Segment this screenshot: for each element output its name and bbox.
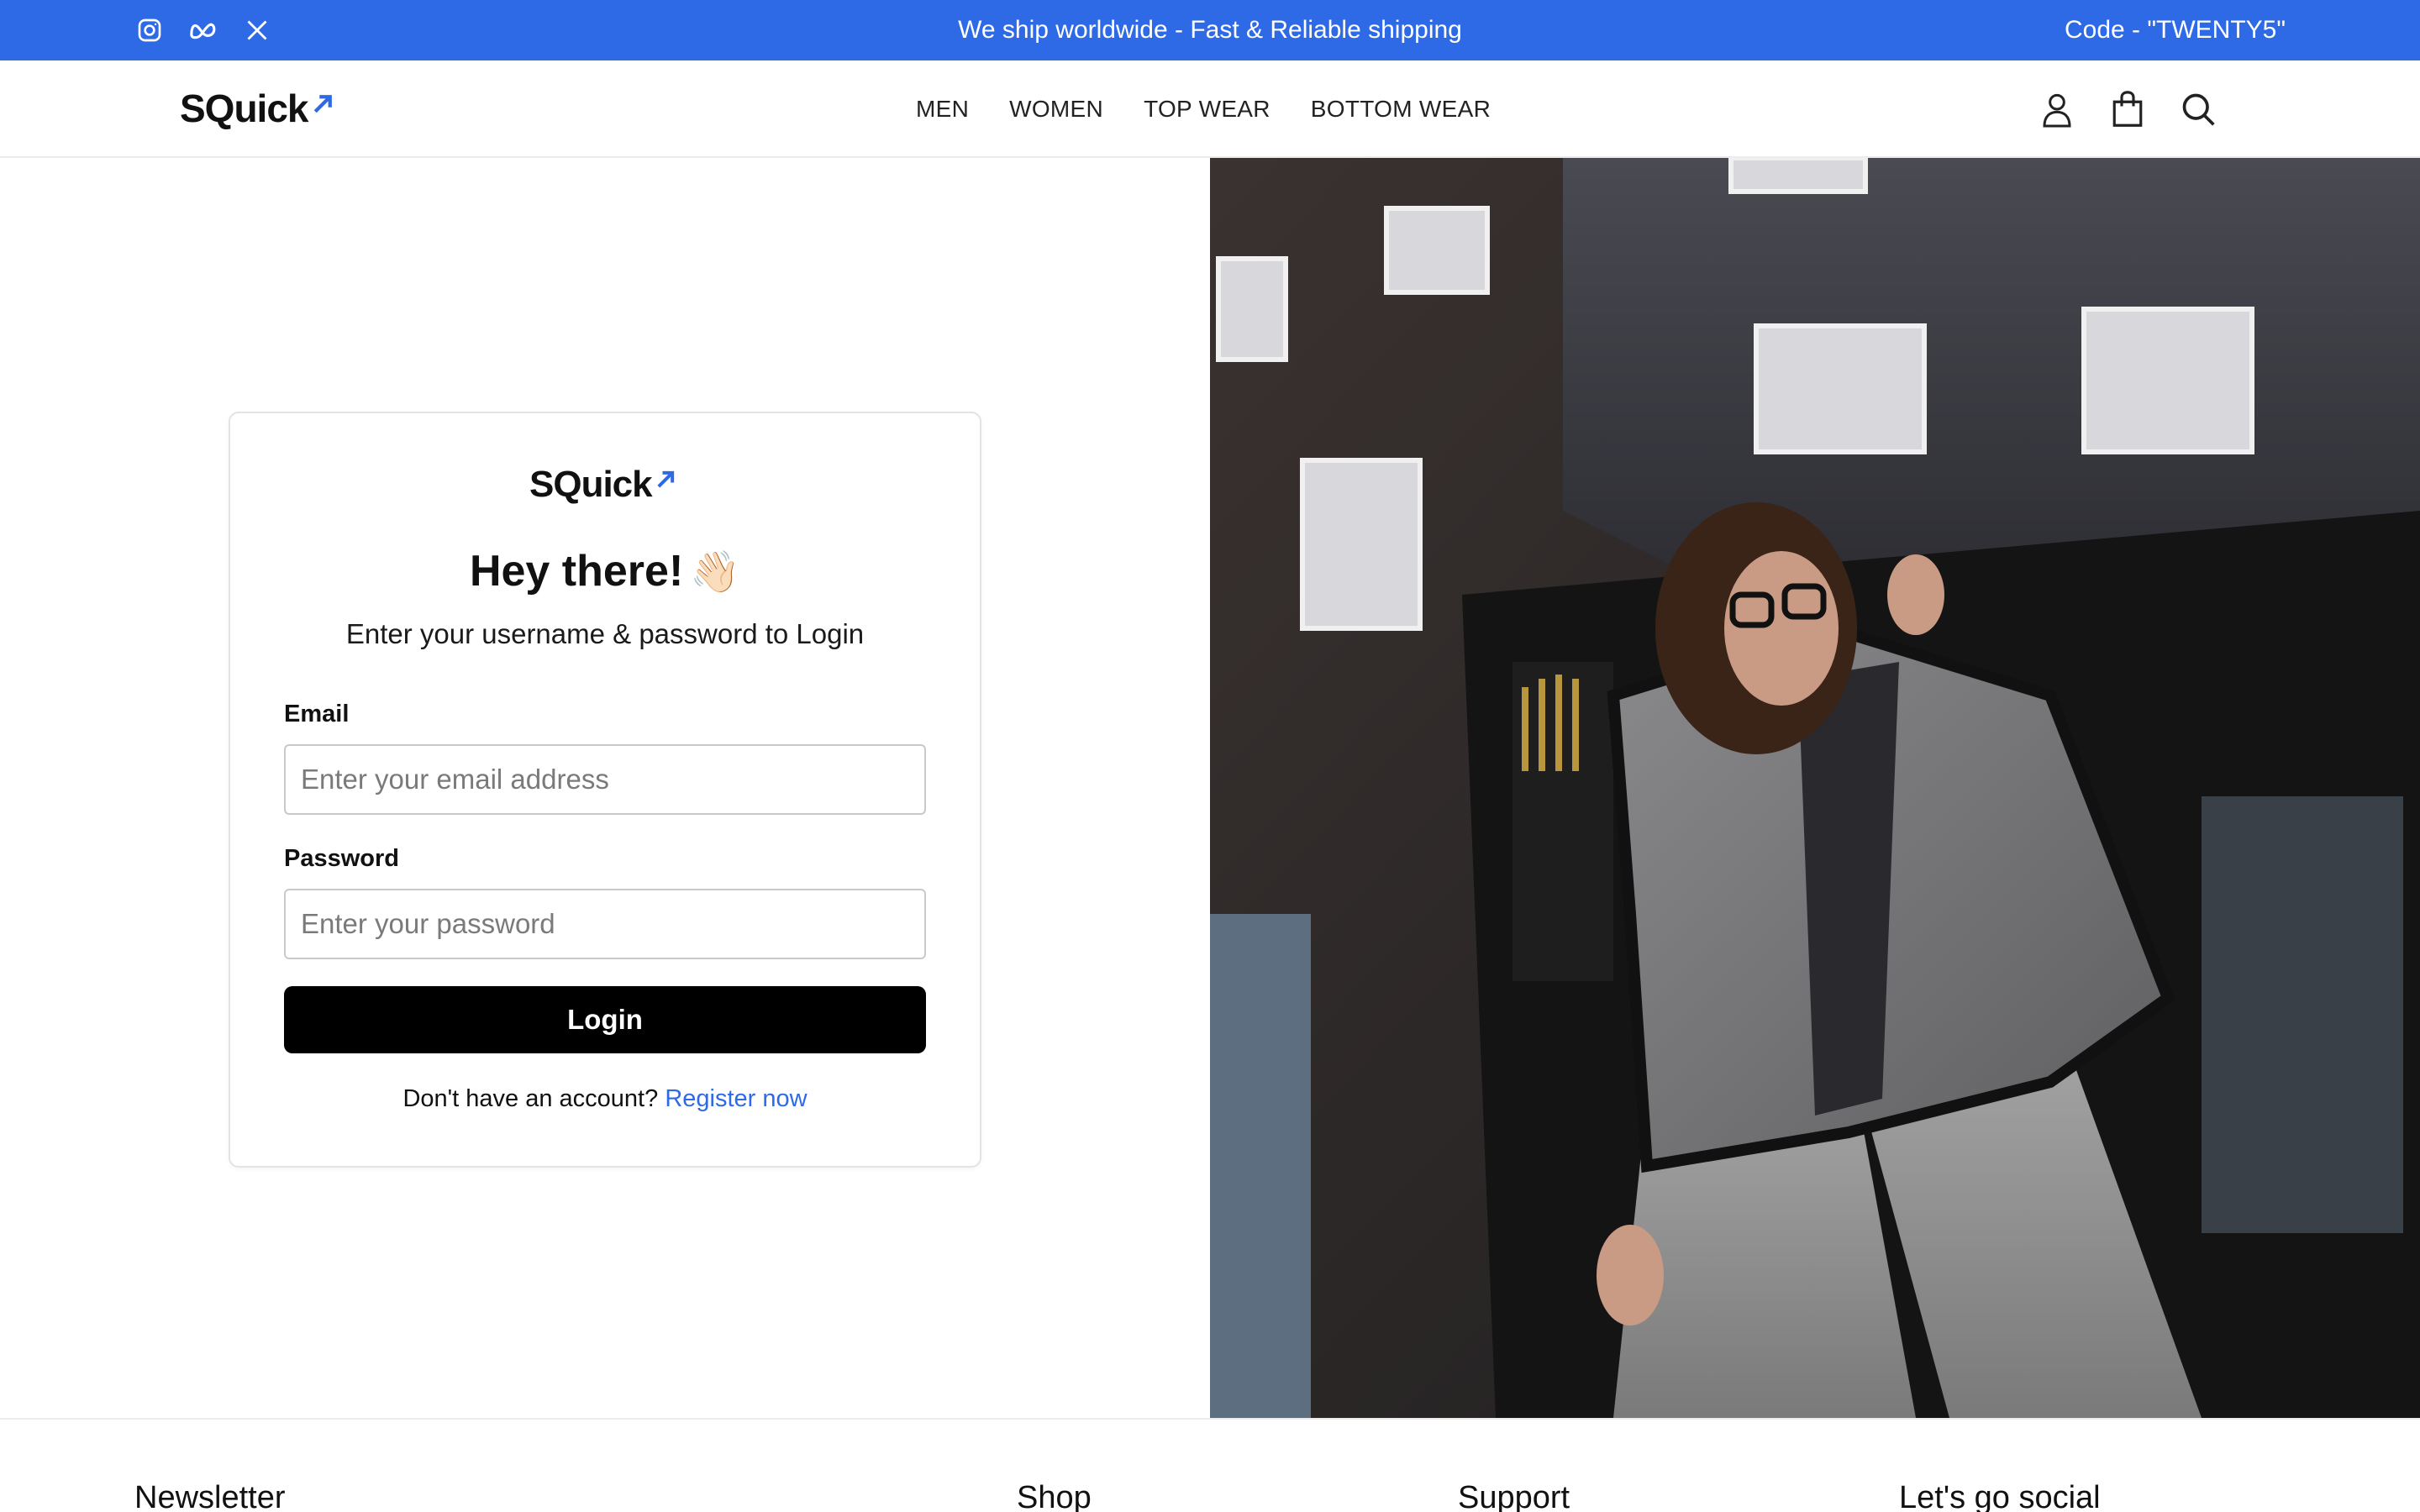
meta-icon[interactable] bbox=[188, 15, 218, 45]
fashion-photo bbox=[1210, 158, 2420, 1418]
shopping-bag-icon[interactable] bbox=[2107, 87, 2148, 131]
nav-bottom-wear[interactable]: BOTTOM WEAR bbox=[1311, 96, 1491, 123]
footer-support-title: Support bbox=[1458, 1480, 1570, 1512]
x-icon[interactable] bbox=[242, 15, 272, 45]
search-icon[interactable] bbox=[2178, 87, 2218, 131]
logo-arrow-icon bbox=[310, 81, 335, 126]
instagram-icon[interactable] bbox=[134, 15, 165, 45]
register-prompt-text: Don't have an account? bbox=[402, 1085, 659, 1112]
shipping-announcement: We ship worldwide - Fast & Reliable ship… bbox=[958, 16, 1462, 44]
footer-newsletter-title: Newsletter bbox=[134, 1480, 286, 1512]
login-card: SQuick Hey there! 👋🏻 Enter your username … bbox=[229, 412, 981, 1168]
card-logo-text: SQuick bbox=[529, 464, 653, 505]
logo-text: SQuick bbox=[180, 87, 309, 130]
site-header: SQuick MEN WOMEN TOP WEAR BOTTOM WEAR bbox=[0, 60, 2420, 158]
login-title: Hey there! 👋🏻 bbox=[230, 546, 980, 596]
nav-men[interactable]: MEN bbox=[916, 96, 969, 123]
card-logo: SQuick bbox=[529, 464, 677, 506]
hero-image bbox=[1210, 158, 2420, 1418]
login-title-text: Hey there! bbox=[469, 547, 684, 596]
header-logo[interactable]: SQuick bbox=[180, 86, 335, 131]
header-actions bbox=[2037, 87, 2218, 131]
register-prompt: Don't have an account? Register now bbox=[230, 1085, 980, 1113]
main-nav: MEN WOMEN TOP WEAR BOTTOM WEAR bbox=[916, 60, 1491, 158]
footer-social-title: Let's go social bbox=[1899, 1480, 2101, 1512]
footer-shop-title: Shop bbox=[1017, 1480, 1092, 1512]
nav-top-wear[interactable]: TOP WEAR bbox=[1144, 96, 1270, 123]
register-link[interactable]: Register now bbox=[665, 1085, 807, 1112]
password-field[interactable] bbox=[284, 889, 926, 959]
logo-arrow-icon bbox=[654, 459, 677, 501]
social-links bbox=[134, 15, 272, 45]
announcement-bar: We ship worldwide - Fast & Reliable ship… bbox=[0, 0, 2420, 60]
login-button[interactable]: Login bbox=[284, 986, 926, 1053]
promo-code: Code - "TWENTY5" bbox=[2064, 16, 2286, 44]
login-subtitle: Enter your username & password to Login bbox=[345, 618, 865, 649]
site-footer: Newsletter Shop Support Let's go social bbox=[0, 1418, 2420, 1512]
user-icon[interactable] bbox=[2037, 87, 2077, 131]
email-field[interactable] bbox=[284, 744, 926, 815]
nav-women[interactable]: WOMEN bbox=[1009, 96, 1103, 123]
waving-hand-icon: 👋🏻 bbox=[690, 550, 741, 595]
password-label: Password bbox=[284, 845, 399, 872]
email-label: Email bbox=[284, 701, 350, 727]
login-section: SQuick Hey there! 👋🏻 Enter your username … bbox=[0, 158, 1210, 1418]
